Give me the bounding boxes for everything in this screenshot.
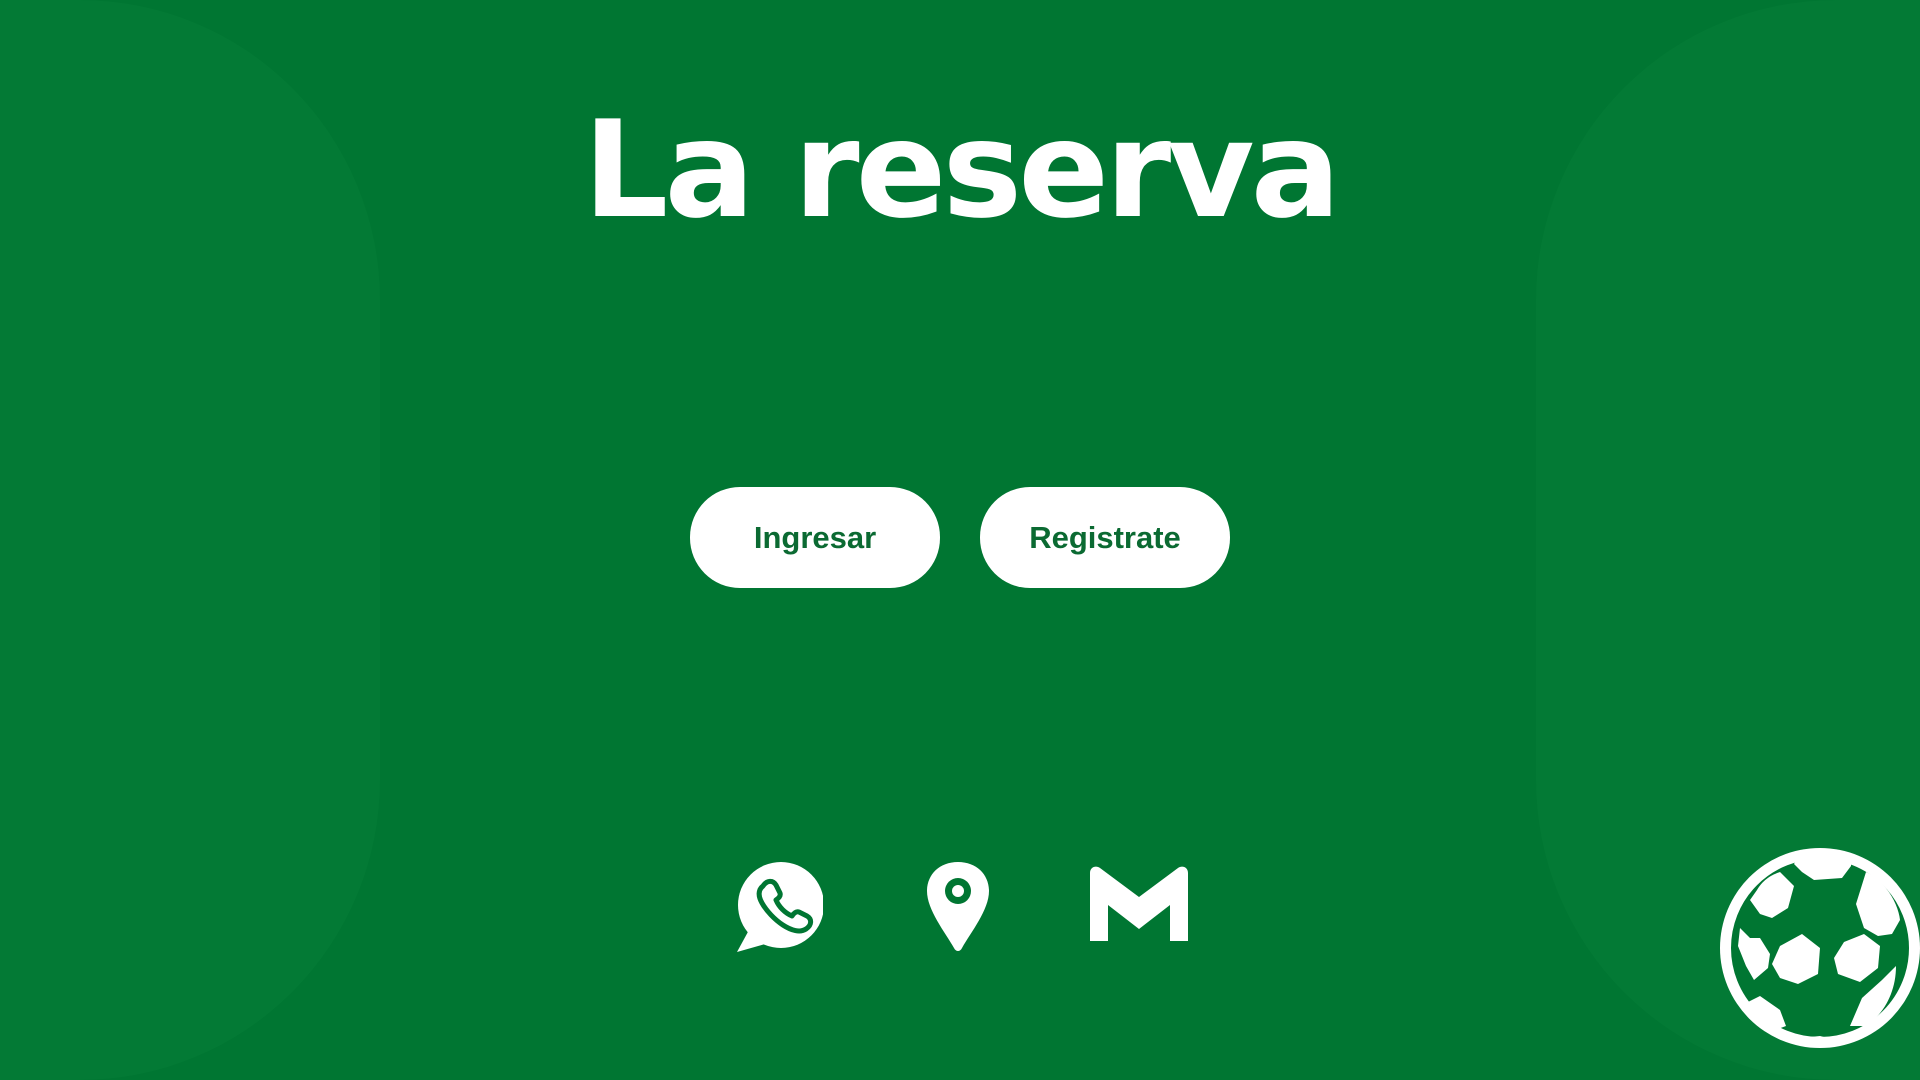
page-title: La reserva xyxy=(583,92,1341,248)
whatsapp-icon[interactable] xyxy=(733,860,823,952)
soccer-ball-icon xyxy=(1716,842,1920,1056)
login-button[interactable]: Ingresar xyxy=(690,487,940,588)
register-button[interactable]: Registrate xyxy=(980,487,1230,588)
mail-icon[interactable] xyxy=(1086,865,1192,945)
location-pin-icon[interactable] xyxy=(925,860,991,952)
